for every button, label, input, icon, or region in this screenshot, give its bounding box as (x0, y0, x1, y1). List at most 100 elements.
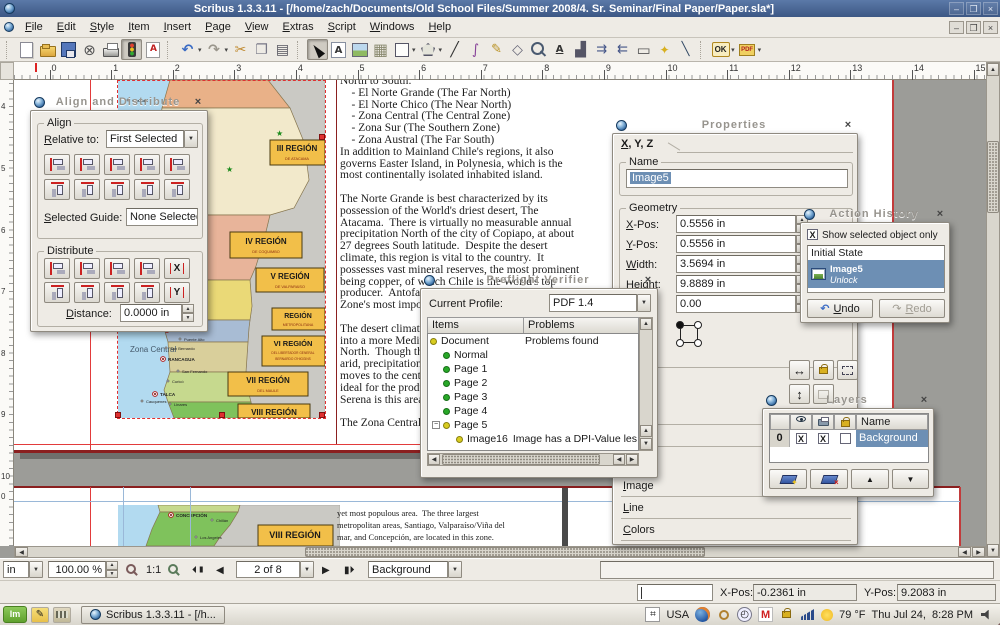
vertical-ruler[interactable]: 456789100 (0, 80, 14, 546)
horizontal-scroll-thumb[interactable] (305, 547, 705, 557)
unit-dropdown[interactable]: ▼ (29, 561, 43, 578)
history-list[interactable]: Initial State Image5 Unlock (807, 245, 945, 293)
zoom-out-icon[interactable] (126, 564, 136, 574)
scribus-task-button[interactable]: Scribus 1.3.3.11 - [/h... (81, 606, 225, 624)
scroll-left-arrow-2[interactable]: ◀ (958, 547, 971, 557)
clock-label[interactable]: Thu Jul 24, 8:28 PM (872, 609, 974, 621)
lock-tray-icon[interactable] (779, 607, 794, 622)
distribute-left-sides-button[interactable] (44, 258, 70, 279)
relative-to-combo[interactable]: First Selected (106, 130, 184, 148)
insert-shape-icon[interactable] (391, 39, 412, 60)
zoom-spinner[interactable]: ▲▼ (106, 561, 118, 578)
first-page-button[interactable]: ⏴▮ (192, 565, 205, 576)
xpos-field[interactable]: 0.5556 in (676, 215, 796, 233)
child-close-button[interactable]: × (983, 21, 998, 34)
insert-freehand-icon[interactable]: ✎ (486, 39, 507, 60)
selection-handle-bottom-right[interactable] (319, 412, 325, 418)
preflight-row-document[interactable]: DocumentProblems found (428, 334, 638, 348)
clock-tray-icon[interactable]: ◴ (737, 607, 752, 622)
scroll-right-arrow[interactable]: ▶ (972, 547, 985, 557)
show-selected-checkbox[interactable]: X (807, 229, 818, 240)
distribute-equal-horizontal-button[interactable] (134, 258, 160, 279)
profile-dropdown[interactable]: ▼ (637, 294, 651, 312)
align-titlebar[interactable]: Align and Distribute × (31, 93, 207, 111)
menu-view[interactable]: View (238, 18, 276, 36)
problems-column-header[interactable]: Problems (523, 317, 639, 334)
distance-spinner[interactable]: ▲▼ (182, 304, 194, 322)
vertical-scrollbar[interactable]: ▲ ▼ (986, 62, 1000, 558)
items-column-header[interactable]: Items (427, 317, 524, 334)
network-signal-icon[interactable] (800, 607, 815, 622)
ok-tool-dropdown[interactable]: ▾ (731, 46, 735, 54)
preflight-verifier-icon[interactable] (121, 39, 142, 60)
pdf-tools-icon[interactable]: PDF (737, 39, 758, 60)
menu-edit[interactable]: Edit (50, 18, 83, 36)
insert-table-icon[interactable]: ▦ (370, 39, 391, 60)
width-field[interactable]: 3.5694 in (676, 255, 796, 273)
properties-close-icon[interactable]: × (841, 119, 855, 132)
unit-combo[interactable]: in (3, 561, 29, 578)
menu-style[interactable]: Style (83, 18, 121, 36)
unlink-text-frames-icon[interactable]: ⇇ (612, 39, 633, 60)
insert-shape-dropdown[interactable]: ▾ (412, 46, 416, 54)
scroll-up-arrow[interactable]: ▲ (987, 63, 999, 76)
history-initial-state[interactable]: Initial State (808, 246, 944, 260)
scroll-down-arrow[interactable]: ▼ (987, 544, 999, 557)
gmail-icon[interactable]: M (758, 607, 773, 622)
tab-image[interactable]: Image (623, 480, 654, 492)
menu-item[interactable]: Item (121, 18, 156, 36)
open-document-icon[interactable] (37, 39, 58, 60)
selection-handle-bottom-center[interactable] (219, 412, 225, 418)
window-minimize-button[interactable]: – (949, 2, 964, 15)
add-layer-button[interactable] (769, 469, 807, 489)
preflight-titlebar[interactable]: Preflight Verifier × (421, 271, 657, 289)
properties-titlebar[interactable]: Properties × (613, 116, 857, 134)
export-pdf-icon[interactable] (142, 39, 163, 60)
ruler-origin-button[interactable] (0, 62, 14, 80)
profile-combo[interactable]: PDF 1.4 (549, 294, 637, 312)
copy-item-properties-icon[interactable]: ✦ (654, 39, 675, 60)
flip-horizontal-button[interactable]: ↔ (789, 360, 810, 380)
lock-size-button[interactable] (837, 360, 858, 380)
undo-dropdown[interactable]: ▾ (198, 46, 202, 54)
page-number-combo[interactable]: 2 of 8 (236, 561, 300, 578)
keyboard-layout-icon[interactable]: ⌗ (645, 607, 660, 622)
chile-map-image-page2[interactable]: CONCEPCIÓNChillánLos Angeles VIII REGIÓN (118, 505, 340, 546)
redo-dropdown[interactable]: ▾ (225, 46, 229, 54)
lock-object-button[interactable] (813, 360, 834, 380)
layer-row[interactable]: 0 X X Background (770, 430, 928, 447)
height-field[interactable]: 9.8889 in (676, 275, 796, 293)
raise-layer-button[interactable]: ▲ (851, 469, 889, 489)
expander-icon[interactable]: − (432, 421, 440, 429)
selection-handle-bottom-left[interactable] (115, 412, 121, 418)
preflight-row-normal[interactable]: Normal (428, 348, 638, 362)
distribute-centers-horizontal-button[interactable] (74, 258, 100, 279)
layer-lock-checkbox[interactable] (840, 433, 851, 444)
zoom-1to1-button[interactable]: 1:1 (146, 564, 161, 576)
weather-sun-icon[interactable] (821, 609, 833, 621)
mint-menu-button[interactable]: lm (3, 606, 27, 623)
insert-polygon-icon[interactable] (418, 39, 439, 60)
cut-icon[interactable]: ✂ (230, 39, 251, 60)
align-top-side-button[interactable] (44, 179, 70, 200)
distribute-y-button[interactable]: Y (164, 282, 190, 303)
previous-page-button[interactable]: ◀ (216, 565, 224, 576)
page2-text-frame[interactable]: yet most populous area. The three larges… (337, 507, 527, 543)
align-center-vertical-button[interactable] (104, 179, 130, 200)
menu-extras[interactable]: Extras (275, 18, 320, 36)
zoom-level-field[interactable]: 100.00 % (48, 561, 106, 578)
volume-icon[interactable] (979, 607, 994, 622)
insert-line-icon[interactable]: ╱ (444, 39, 465, 60)
insert-bezier-icon[interactable]: ∫ (465, 39, 486, 60)
vertical-scroll-thumb[interactable] (987, 141, 999, 213)
align-bottom-button[interactable] (134, 179, 160, 200)
layers-table[interactable]: Name 0 X X Background (769, 413, 929, 463)
new-document-icon[interactable] (16, 39, 37, 60)
align-top-button[interactable] (74, 179, 100, 200)
tab-xyz[interactable]: X, Y, Z (621, 138, 653, 150)
layer-visible-checkbox[interactable]: X (796, 433, 807, 444)
print-col-header[interactable] (812, 414, 834, 430)
align-close-icon[interactable]: × (191, 96, 205, 109)
selection-handle-right[interactable] (319, 134, 325, 140)
redo-icon[interactable]: ↷ (204, 39, 225, 60)
